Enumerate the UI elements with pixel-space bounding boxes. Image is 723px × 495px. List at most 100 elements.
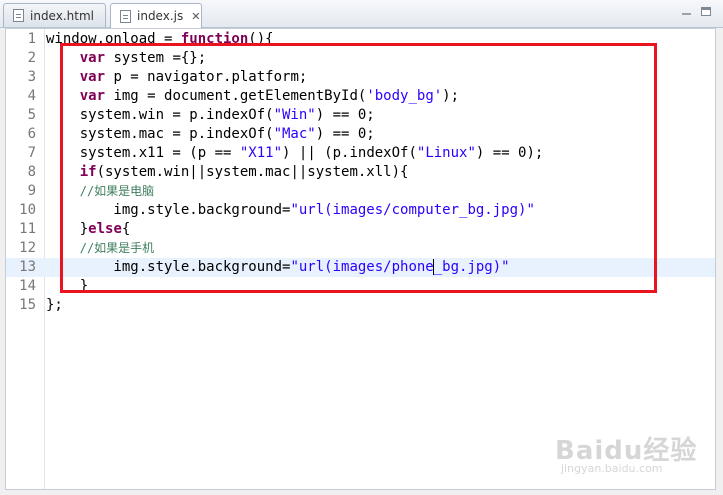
line-number: 9 xyxy=(27,183,36,199)
code-text: } xyxy=(46,278,89,294)
line-number: 6 xyxy=(27,126,36,142)
code-line[interactable]: 12 //如果是手机 xyxy=(6,239,715,258)
code-line[interactable]: 1 window.onload = function(){ xyxy=(6,30,715,49)
tab-label: index.html xyxy=(30,8,94,23)
code-keyword: function xyxy=(180,31,249,47)
code-string: "Linux" xyxy=(416,145,476,161)
code-line[interactable]: 11 }else{ xyxy=(6,220,715,239)
code-line[interactable]: 14 } xyxy=(6,277,715,296)
line-code: }; xyxy=(46,296,63,315)
code-string: 'body_bg' xyxy=(366,88,443,104)
code-text: system ={}; xyxy=(105,50,207,66)
code-keyword: var xyxy=(79,69,106,85)
code-line[interactable]: 5 system.win = p.indexOf("Win") == 0; xyxy=(6,106,715,125)
baidu-jingyan-watermark: Baidu经验 jingyan.baidu.com xyxy=(555,430,705,480)
line-number: 15 xyxy=(19,297,36,313)
line-code: system.mac = p.indexOf("Mac") == 0; xyxy=(46,125,375,144)
code-string: "url(images/computer_bg.jpg)" xyxy=(290,202,535,218)
line-code: img.style.background="url(images/phone_b… xyxy=(46,258,510,277)
code-text: img.style.background= xyxy=(46,202,291,218)
line-code: var p = navigator.platform; xyxy=(46,68,308,87)
code-text: (){ xyxy=(248,31,274,47)
code-text: img.style.background= xyxy=(46,259,291,275)
line-number: 11 xyxy=(19,221,36,237)
line-number: 5 xyxy=(27,107,36,123)
code-string: "Mac" xyxy=(273,126,316,142)
code-text: ) == 0; xyxy=(315,107,375,123)
code-comment: //如果是手机 xyxy=(79,241,155,255)
code-line[interactable]: 15}; xyxy=(6,296,715,315)
code-line[interactable]: 8 if(system.win||system.mac||system.xll)… xyxy=(6,163,715,182)
code-editor[interactable]: 1 window.onload = function(){2 var system… xyxy=(5,28,716,490)
line-code: //如果是电脑 xyxy=(46,182,154,201)
code-line[interactable]: 9 //如果是电脑 xyxy=(6,182,715,201)
line-code: }else{ xyxy=(46,220,131,239)
code-keyword: if xyxy=(79,164,97,180)
code-string: "Win" xyxy=(273,107,316,123)
code-text: p = navigator.platform; xyxy=(105,69,308,85)
code-text: ) == 0); xyxy=(475,145,544,161)
code-text: img = document.getElementById( xyxy=(105,88,367,104)
line-code: //如果是手机 xyxy=(46,239,154,258)
line-code: system.win = p.indexOf("Win") == 0; xyxy=(46,106,375,125)
code-text: ); xyxy=(442,88,460,104)
minimize-editor-icon[interactable] xyxy=(680,6,692,18)
code-line[interactable]: 3 var p = navigator.platform; xyxy=(6,68,715,87)
line-number: 4 xyxy=(27,88,36,104)
code-string: "url(images/phone xyxy=(290,259,434,275)
code-line[interactable]: 7 system.x11 = (p == "X11") || (p.indexO… xyxy=(6,144,715,163)
code-line[interactable]: 4 var img = document.getElementById('bod… xyxy=(6,87,715,106)
code-text: { xyxy=(121,221,131,237)
line-code: img.style.background="url(images/compute… xyxy=(46,201,535,220)
tab-index-html[interactable]: index.html xyxy=(3,3,106,27)
editor-tab-bar: index.html index.js ✕ xyxy=(0,0,723,28)
line-number: 14 xyxy=(19,278,36,294)
tab-index-js[interactable]: index.js ✕ xyxy=(110,3,202,28)
line-number: 8 xyxy=(27,164,36,180)
line-number: 12 xyxy=(19,240,36,256)
html-file-icon xyxy=(13,9,24,22)
code-text: }; xyxy=(46,297,63,313)
line-number: 3 xyxy=(27,69,36,85)
line-code: var system ={}; xyxy=(46,49,206,68)
code-text: } xyxy=(46,221,89,237)
code-line[interactable]: 13 img.style.background="url(images/phon… xyxy=(6,258,715,277)
code-text: system.win = p.indexOf( xyxy=(46,107,274,123)
line-code: if(system.win||system.mac||system.xll){ xyxy=(46,163,409,182)
maximize-editor-icon[interactable] xyxy=(700,6,712,18)
code-text: (system.win||system.mac||system.xll){ xyxy=(96,164,409,180)
code-text: system.x11 = (p == xyxy=(46,145,240,161)
js-file-icon xyxy=(120,9,131,23)
line-number: 7 xyxy=(27,145,36,161)
line-code: } xyxy=(46,277,88,296)
code-string: "X11" xyxy=(239,145,283,161)
line-number: 2 xyxy=(27,50,36,66)
line-code: system.x11 = (p == "X11") || (p.indexOf(… xyxy=(46,144,544,163)
code-line[interactable]: 2 var system ={}; xyxy=(6,49,715,68)
code-line[interactable]: 10 img.style.background="url(images/comp… xyxy=(6,201,715,220)
code-text: window.onload = xyxy=(46,31,181,47)
watermark-url: jingyan.baidu.com xyxy=(561,462,663,475)
code-comment: //如果是电脑 xyxy=(79,184,155,198)
code-text: ) == 0; xyxy=(315,126,375,142)
tab-label: index.js xyxy=(137,9,184,23)
close-tab-icon[interactable]: ✕ xyxy=(191,10,200,23)
line-code: window.onload = function(){ xyxy=(46,30,274,49)
code-string: _bg.jpg)" xyxy=(433,259,510,275)
code-keyword: var xyxy=(79,50,106,66)
code-keyword: else xyxy=(88,221,122,237)
code-line[interactable]: 6 system.mac = p.indexOf("Mac") == 0; xyxy=(6,125,715,144)
code-text: ) || (p.indexOf( xyxy=(282,145,417,161)
code-keyword: var xyxy=(79,88,106,104)
code-text: system.mac = p.indexOf( xyxy=(46,126,274,142)
line-code: var img = document.getElementById('body_… xyxy=(46,87,459,106)
line-number: 13 xyxy=(19,259,36,275)
line-number: 10 xyxy=(19,202,36,218)
line-number: 1 xyxy=(27,31,36,47)
